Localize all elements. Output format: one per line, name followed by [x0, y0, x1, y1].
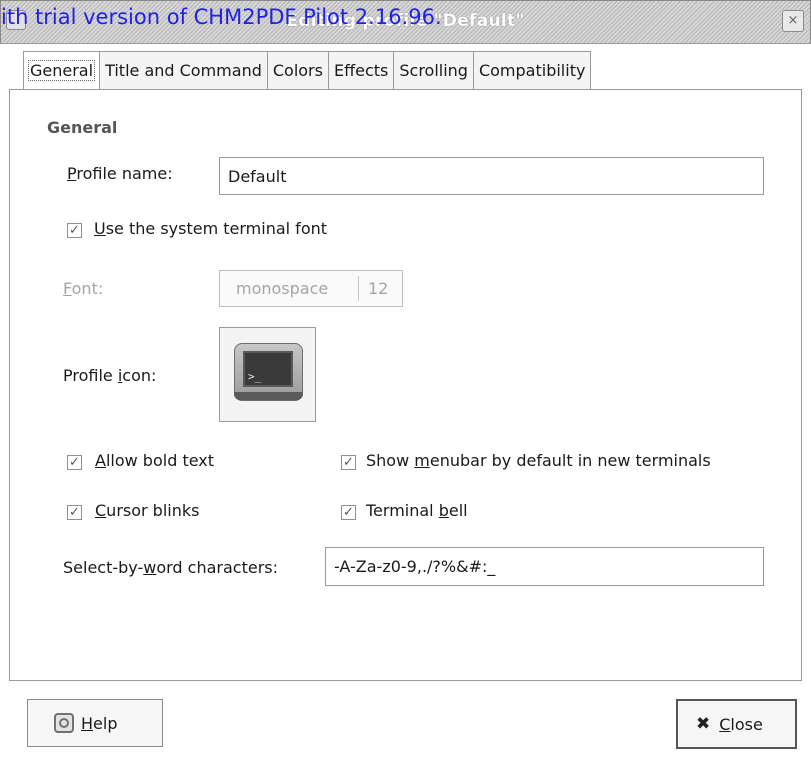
- tab-colors[interactable]: Colors: [266, 51, 329, 90]
- cursor-blinks-checkbox[interactable]: ✓: [67, 505, 82, 520]
- profile-name-input[interactable]: Default: [219, 157, 764, 195]
- allow-bold-label[interactable]: Allow bold text: [95, 451, 214, 470]
- tab-bar: General Title and Command Colors Effects…: [23, 51, 592, 91]
- window-close-icon[interactable]: ×: [782, 10, 804, 32]
- close-label: Close: [719, 714, 763, 734]
- section-title: General: [47, 118, 118, 137]
- terminal-base: [234, 392, 303, 400]
- select-by-word-label: Select-by-word characters:: [63, 558, 279, 577]
- show-menubar-checkbox[interactable]: ✓: [341, 455, 356, 470]
- help-label: Help: [81, 713, 118, 733]
- tab-effects[interactable]: Effects: [327, 51, 395, 90]
- tab-label: General: [27, 60, 96, 81]
- terminal-bell-checkbox[interactable]: ✓: [341, 505, 356, 520]
- select-by-word-input[interactable]: -A-Za-z0-9,./?%&#:_: [325, 547, 764, 586]
- tab-general[interactable]: General: [23, 51, 101, 91]
- allow-bold-checkbox[interactable]: ✓: [67, 455, 82, 470]
- help-button[interactable]: Help: [27, 699, 163, 747]
- use-system-font-label[interactable]: Use the system terminal font: [94, 219, 327, 238]
- profile-icon-button[interactable]: >_: [219, 327, 316, 422]
- profile-icon-label: Profile icon:: [63, 366, 157, 385]
- font-label: Font:: [63, 279, 104, 298]
- show-menubar-label[interactable]: Show menubar by default in new terminals: [366, 451, 711, 470]
- help-icon: [54, 713, 74, 733]
- font-picker-button[interactable]: monospace 12: [219, 270, 403, 307]
- tab-compatibility[interactable]: Compatibility: [472, 51, 592, 90]
- profile-name-label: Profile name:: [67, 164, 173, 183]
- terminal-screen: >_: [243, 351, 293, 387]
- tab-title-and-command[interactable]: Title and Command: [99, 51, 268, 90]
- use-system-font-checkbox[interactable]: ✓: [67, 223, 82, 238]
- close-button[interactable]: ✖ Close: [676, 699, 797, 749]
- cursor-blinks-label[interactable]: Cursor blinks: [95, 501, 199, 520]
- watermark-text: ith trial version of CHM2PDF Pilot 2.16.…: [1, 5, 442, 29]
- font-size: 12: [368, 279, 389, 298]
- tab-scrolling[interactable]: Scrolling: [393, 51, 474, 90]
- terminal-bell-label[interactable]: Terminal bell: [366, 501, 468, 520]
- font-name: monospace: [236, 279, 329, 298]
- terminal-icon: >_: [234, 343, 303, 401]
- profile-editor-window: Editing profile "Default" ith trial vers…: [0, 0, 811, 763]
- title-bar[interactable]: Editing profile "Default" ith trial vers…: [0, 0, 811, 44]
- close-icon: ✖: [696, 714, 711, 734]
